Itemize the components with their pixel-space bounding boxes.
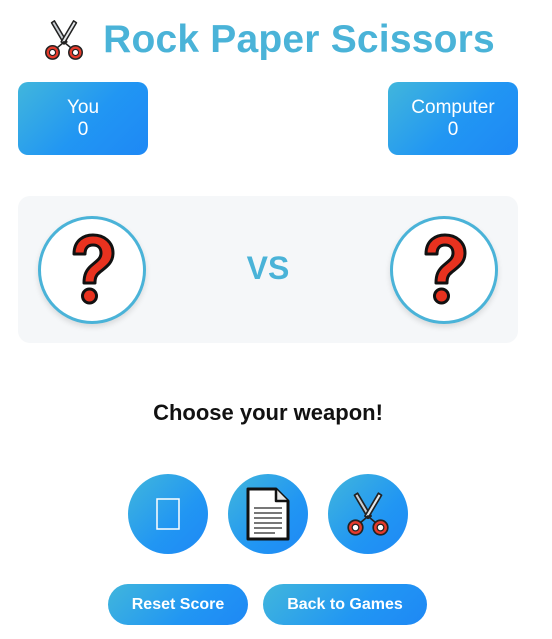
rock-button[interactable]	[128, 474, 208, 554]
page-title: Rock Paper Scissors	[103, 18, 495, 61]
reset-score-button[interactable]: Reset Score	[108, 584, 248, 625]
choose-weapon-prompt: Choose your weapon!	[153, 400, 383, 425]
title-row: Rock Paper Scissors	[0, 12, 536, 68]
computer-choice-display	[390, 216, 498, 324]
scissors-icon	[45, 20, 84, 60]
scissors-button[interactable]	[328, 474, 408, 554]
computer-score-value: 0	[447, 118, 459, 140]
rock-icon	[156, 498, 180, 530]
question-mark-icon	[424, 233, 467, 305]
paper-icon	[246, 487, 290, 541]
player-score-label: You	[66, 96, 100, 118]
rps-game-page: Rock Paper Scissors You 0 Computer 0 VS …	[0, 0, 552, 639]
computer-score-card: Computer 0	[388, 82, 518, 155]
player-score-card: You 0	[18, 82, 148, 155]
player-score-value: 0	[77, 118, 89, 140]
scissors-icon	[347, 492, 389, 536]
battle-arena: VS	[18, 196, 518, 343]
back-to-games-button[interactable]: Back to Games	[263, 584, 427, 625]
computer-score-label: Computer	[411, 96, 495, 118]
paper-button[interactable]	[228, 474, 308, 554]
